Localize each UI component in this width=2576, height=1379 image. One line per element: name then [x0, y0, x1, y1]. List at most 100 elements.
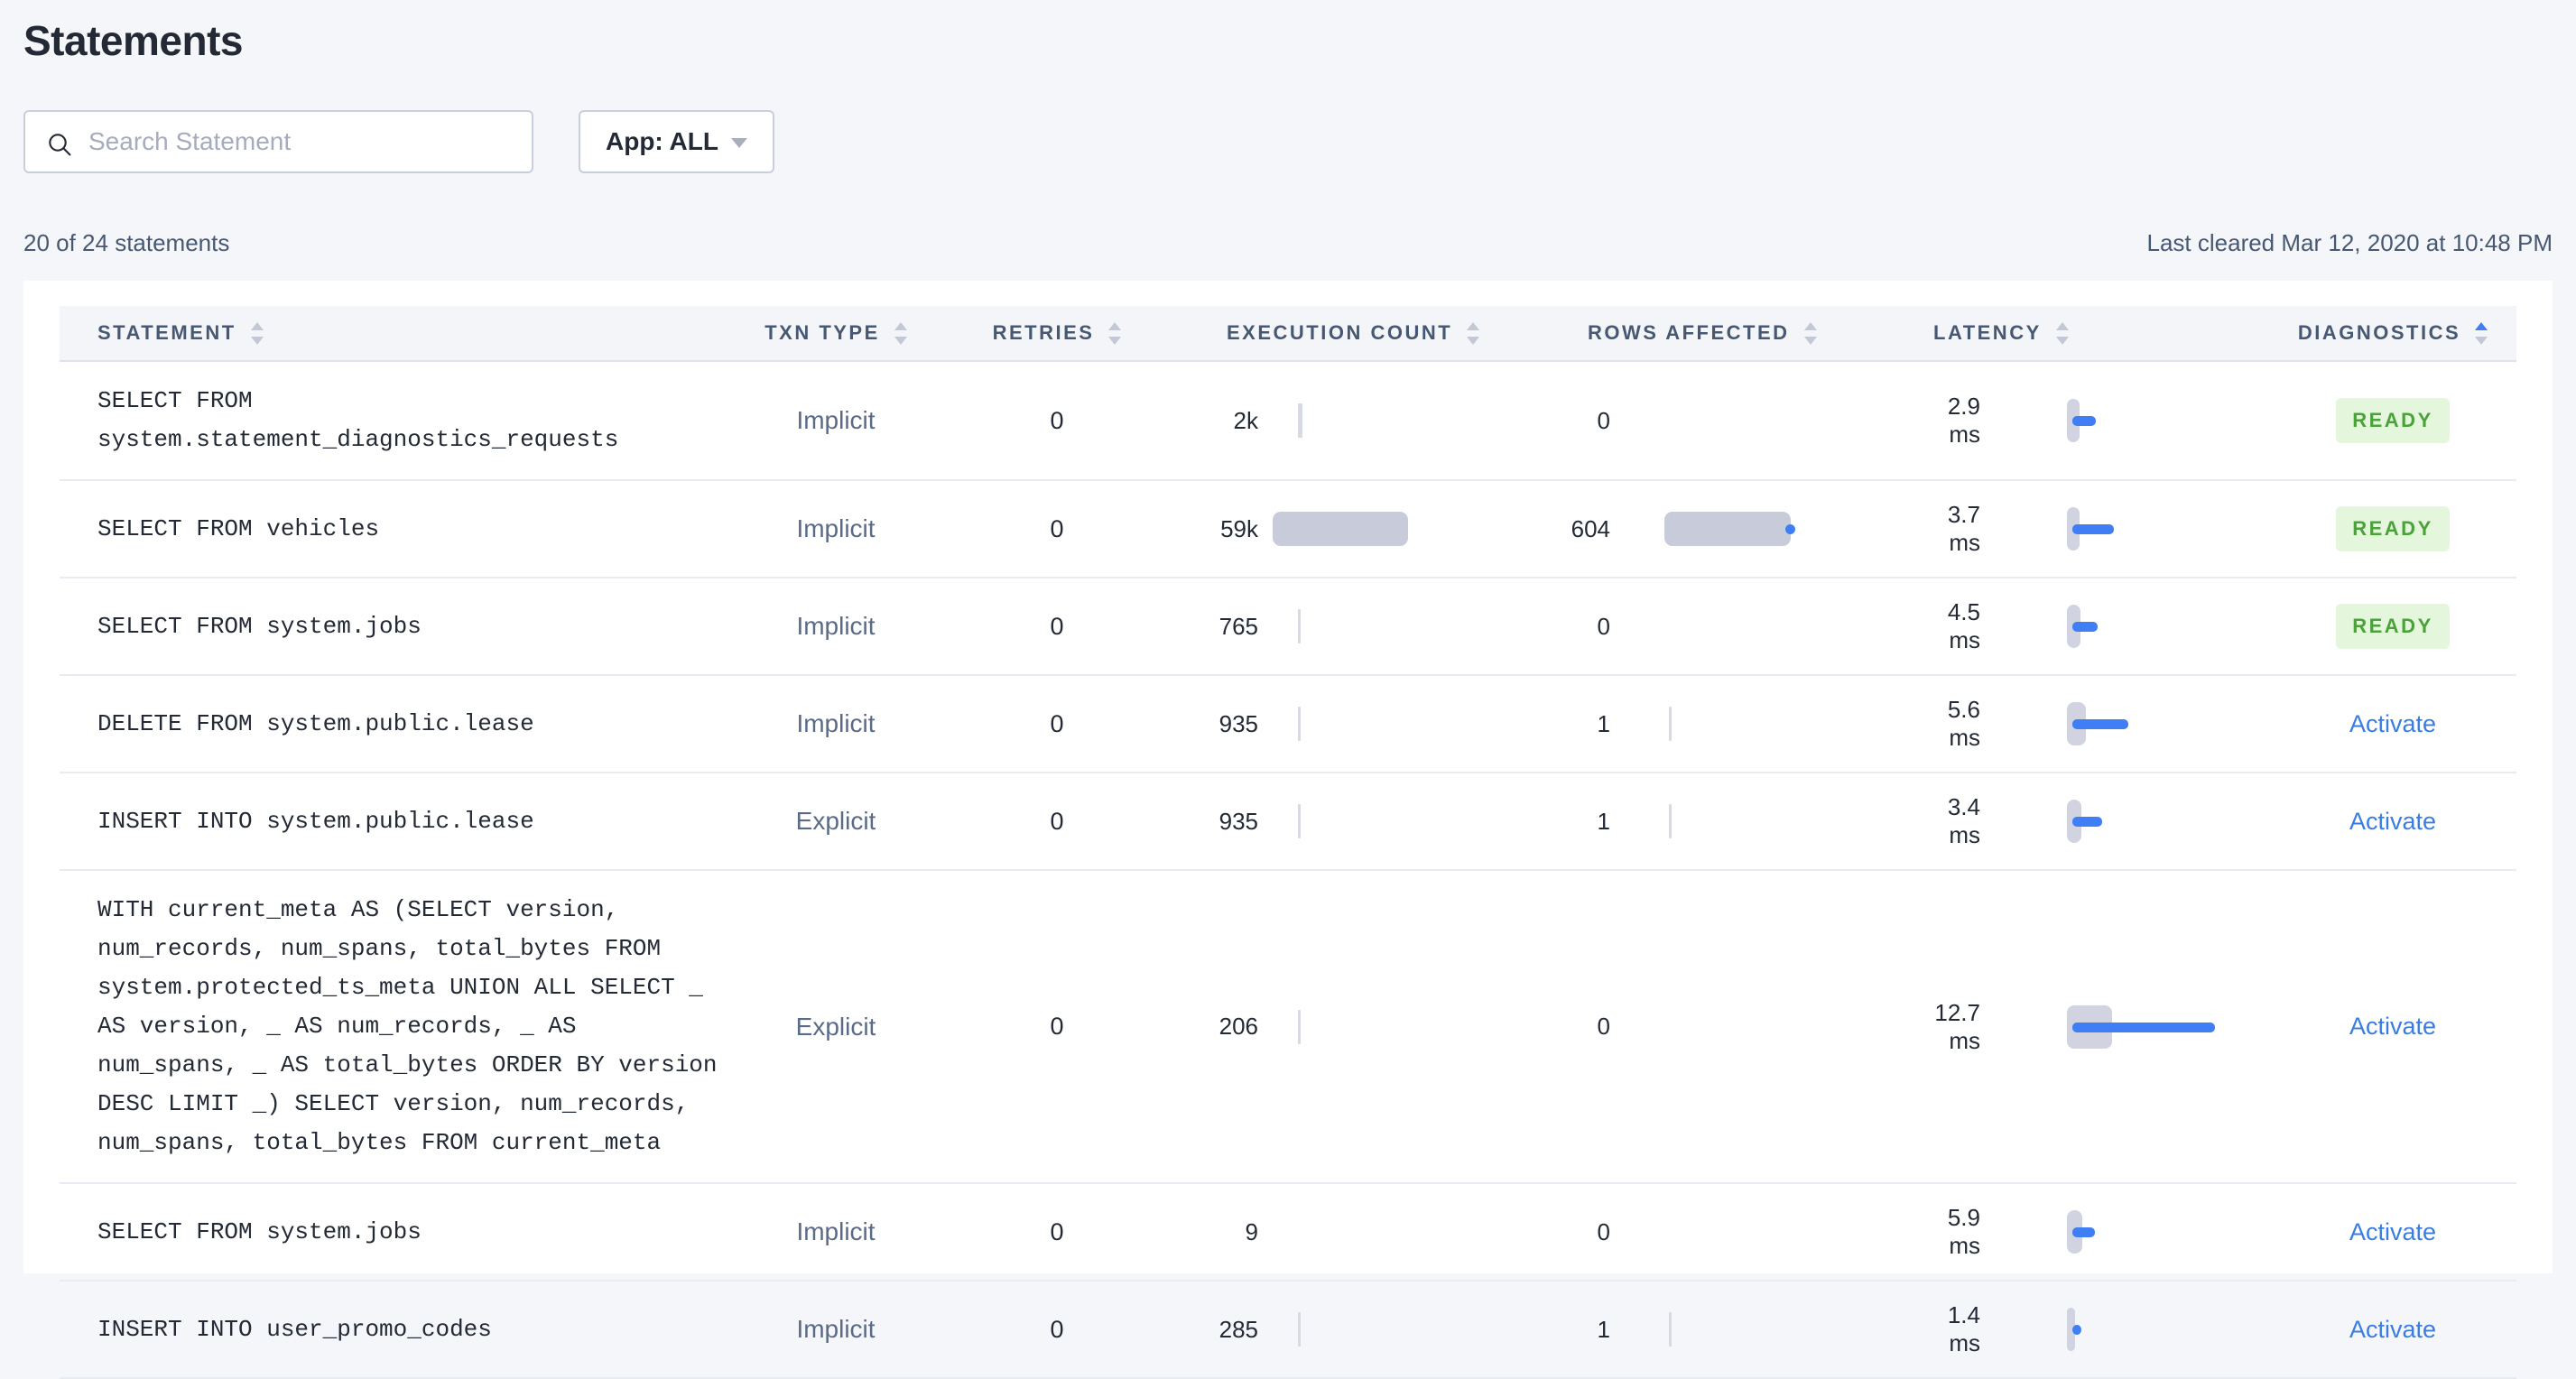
statement-link[interactable]: SELECT FROM system.statement_diagnostics… — [97, 382, 727, 459]
execution-count-bar-zone — [1273, 701, 1556, 746]
sort-down-icon — [1467, 336, 1480, 345]
column-header-rows-affected[interactable]: ROWS AFFECTED — [1556, 321, 1917, 345]
txn-type-cell: Implicit — [727, 612, 944, 641]
app-filter-dropdown[interactable]: App: ALL — [579, 110, 774, 173]
execution-count-bar — [1298, 1009, 1301, 1044]
rows-affected-cell: 0 — [1556, 604, 1917, 649]
latency-value: 5.6 ms — [1947, 696, 1980, 751]
execution-count-cell: 935 — [1170, 701, 1556, 746]
statement-link[interactable]: INSERT INTO system.public.lease — [97, 802, 534, 841]
rows-affected-cell: 604 — [1556, 506, 1917, 551]
latency-bar — [2072, 622, 2098, 632]
diagnostics-activate-link[interactable]: Activate — [2349, 1013, 2436, 1041]
latency-cell: 1.4 ms — [1917, 1301, 2278, 1357]
txn-type-value: Implicit — [796, 709, 876, 737]
diagnostics-ready-badge[interactable]: READY — [2336, 506, 2450, 551]
latency-cell: 2.9 ms — [1917, 393, 2278, 449]
execution-count-cell: 9 — [1170, 1209, 1556, 1254]
rows-affected-value: 0 — [1597, 1013, 1610, 1040]
txn-type-cell: Implicit — [727, 709, 944, 738]
column-header-label: ROWS AFFECTED — [1588, 321, 1790, 344]
sort-arrows-icon — [250, 321, 264, 345]
diagnostics-cell: READY — [2278, 398, 2507, 443]
rows-affected-bar-zone — [1664, 398, 1917, 443]
statement-cell: SELECT FROM system.jobs — [60, 607, 727, 646]
statement-link[interactable]: SELECT FROM system.jobs — [97, 607, 422, 646]
statement-cell: INSERT INTO system.public.lease — [60, 802, 727, 841]
diagnostics-activate-link[interactable]: Activate — [2349, 808, 2436, 836]
table-row: DELETE FROM system.public.lease Implicit 0… — [60, 676, 2516, 773]
column-header-label: LATENCY — [1933, 321, 2042, 344]
execution-count-bar — [1298, 403, 1302, 438]
retries-cell: 0 — [944, 808, 1170, 836]
column-header-execution-count[interactable]: EXECUTION COUNT — [1170, 321, 1556, 345]
rows-affected-value: 604 — [1571, 514, 1610, 542]
statement-link[interactable]: INSERT INTO user_promo_codes — [97, 1310, 492, 1349]
latency-cell: 12.7 ms — [1917, 999, 2278, 1055]
retries-cell: 0 — [944, 1316, 1170, 1344]
sort-arrows-icon — [2475, 321, 2488, 345]
latency-value: 5.9 ms — [1947, 1204, 1980, 1259]
execution-count-value: 206 — [1219, 1013, 1258, 1040]
rows-affected-bar-zone — [1664, 799, 1917, 844]
statement-cell: WITH current_meta AS (SELECT version, nu… — [60, 891, 727, 1162]
column-header-statement[interactable]: STATEMENT — [60, 321, 727, 345]
meta-row: 20 of 24 statements Last cleared Mar 12,… — [23, 229, 2553, 257]
diagnostics-activate-link[interactable]: Activate — [2349, 1218, 2436, 1246]
latency-bar — [2072, 416, 2096, 426]
execution-count-bar-zone — [1273, 1004, 1556, 1050]
rows-affected-value: 0 — [1597, 406, 1610, 434]
retries-cell: 0 — [944, 1013, 1170, 1041]
sort-down-icon — [1803, 336, 1817, 345]
statement-link[interactable]: SELECT FROM system.jobs — [97, 1213, 422, 1252]
diagnostics-ready-badge[interactable]: READY — [2336, 398, 2450, 443]
search-icon — [49, 134, 71, 156]
column-header-retries[interactable]: RETRIES — [944, 321, 1170, 345]
rows-affected-bar-zone — [1664, 1209, 1917, 1254]
txn-type-cell: Implicit — [727, 1217, 944, 1246]
rows-affected-cell: 1 — [1556, 701, 1917, 746]
column-header-diagnostics[interactable]: DIAGNOSTICS — [2278, 321, 2507, 345]
execution-count-value: 59k — [1220, 514, 1258, 542]
statement-cell: SELECT FROM vehicles — [60, 510, 727, 549]
latency-cell: 5.9 ms — [1917, 1204, 2278, 1260]
latency-bar-zone — [2067, 799, 2278, 844]
search-input[interactable] — [25, 112, 532, 171]
statement-link[interactable]: WITH current_meta AS (SELECT version, nu… — [97, 891, 727, 1162]
column-header-label: EXECUTION COUNT — [1227, 321, 1453, 344]
diagnostics-ready-badge[interactable]: READY — [2336, 604, 2450, 649]
column-header-txn-type[interactable]: TXN TYPE — [727, 321, 944, 345]
statement-count: 20 of 24 statements — [23, 229, 230, 256]
execution-count-bar — [1298, 804, 1301, 838]
rows-affected-cell: 0 — [1556, 1209, 1917, 1254]
latency-bar — [2072, 524, 2114, 534]
rows-affected-bar-zone — [1664, 1307, 1917, 1352]
column-header-latency[interactable]: LATENCY — [1917, 321, 2278, 345]
toolbar: App: ALL — [23, 110, 2553, 173]
last-cleared: Last cleared Mar 12, 2020 at 10:48 PM — [2146, 229, 2553, 256]
sort-arrows-icon — [894, 321, 907, 345]
execution-count-cell: 285 — [1170, 1307, 1556, 1352]
execution-count-bar — [1298, 1312, 1301, 1347]
execution-count-bar-zone — [1273, 604, 1556, 649]
statement-link[interactable]: DELETE FROM system.public.lease — [97, 705, 534, 744]
retries-value: 0 — [1050, 514, 1064, 542]
rows-affected-value: 1 — [1597, 1315, 1610, 1343]
rows-affected-cell: 1 — [1556, 1307, 1917, 1352]
diagnostics-activate-link[interactable]: Activate — [2349, 710, 2436, 738]
latency-bar — [2072, 1227, 2095, 1237]
search-box[interactable] — [23, 110, 533, 173]
diagnostics-activate-link[interactable]: Activate — [2349, 1316, 2436, 1344]
rows-affected-bar — [1664, 512, 1791, 546]
statement-link[interactable]: SELECT FROM vehicles — [97, 510, 379, 549]
rows-affected-bar — [1669, 707, 1672, 741]
diagnostics-cell: Activate — [2278, 1013, 2507, 1041]
latency-value: 3.4 ms — [1947, 793, 1980, 848]
retries-cell: 0 — [944, 1218, 1170, 1246]
app-filter-label: App: ALL — [606, 127, 718, 155]
rows-affected-value: 0 — [1597, 612, 1610, 640]
execution-count-bar-zone — [1273, 1209, 1556, 1254]
sort-up-icon — [894, 321, 907, 330]
sort-down-icon — [1108, 336, 1122, 345]
table-row: SELECT FROM system.jobs Implicit 0 9 0 5.9 ms… — [60, 1184, 2516, 1282]
